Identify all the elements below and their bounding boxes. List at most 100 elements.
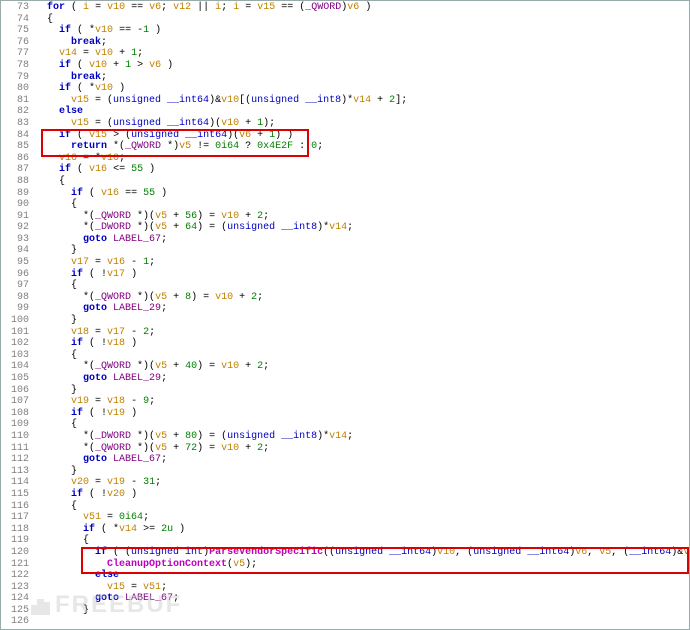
code-line: 75 if ( *v10 == -1 )	[1, 25, 689, 37]
code-line: 114 v20 = v19 - 31;	[1, 477, 689, 489]
code-line: 100 }	[1, 315, 689, 327]
line-number: 99	[1, 303, 35, 315]
line-code: *(_QWORD *)(v5 + 56) = v10 + 2;	[35, 211, 689, 223]
line-number: 101	[1, 327, 35, 339]
code-line: 80 if ( *v10 )	[1, 83, 689, 95]
line-code: v20 = v19 - 31;	[35, 477, 689, 489]
code-line: 94 }	[1, 245, 689, 257]
line-code: v15 = (unsigned __int64)(v10 + 1);	[35, 118, 689, 130]
line-number: 85	[1, 141, 35, 153]
code-line: 96 if ( !v17 )	[1, 269, 689, 281]
code-line: 124 goto LABEL_67;	[1, 593, 689, 605]
line-code: }	[35, 466, 689, 478]
code-line: 121 CleanupOptionContext(v5);	[1, 559, 689, 571]
code-line: 109 {	[1, 419, 689, 431]
line-number: 113	[1, 466, 35, 478]
line-number: 88	[1, 176, 35, 188]
line-code: v14 = v10 + 1;	[35, 48, 689, 60]
code-line: 104 *(_QWORD *)(v5 + 40) = v10 + 2;	[1, 361, 689, 373]
line-number: 79	[1, 72, 35, 84]
code-line: 86 v16 = *v10;	[1, 153, 689, 165]
line-number: 119	[1, 535, 35, 547]
line-number: 90	[1, 199, 35, 211]
line-number: 76	[1, 37, 35, 49]
line-code: {	[35, 280, 689, 292]
code-line: 76 break;	[1, 37, 689, 49]
line-code: if ( v16 == 55 )	[35, 188, 689, 200]
line-code: return *(_QWORD *)v5 != 0i64 ? 0x4E2F : …	[35, 141, 689, 153]
line-code: {	[35, 350, 689, 362]
line-code: if ( v15 > (unsigned __int64)(v6 + 1) )	[35, 130, 689, 142]
code-line: 98 *(_QWORD *)(v5 + 8) = v10 + 2;	[1, 292, 689, 304]
line-code: v51 = 0i64;	[35, 512, 689, 524]
line-code: v15 = v51;	[35, 582, 689, 594]
line-code: *(_DWORD *)(v5 + 64) = (unsigned __int8)…	[35, 222, 689, 234]
line-number: 80	[1, 83, 35, 95]
line-code: if ( *v10 == -1 )	[35, 25, 689, 37]
line-number: 108	[1, 408, 35, 420]
line-number: 110	[1, 431, 35, 443]
code-line: 125 }	[1, 605, 689, 617]
line-code: goto LABEL_67;	[35, 234, 689, 246]
line-number: 89	[1, 188, 35, 200]
line-code: break;	[35, 72, 689, 84]
line-code: if ( !v17 )	[35, 269, 689, 281]
code-line: 99 goto LABEL_29;	[1, 303, 689, 315]
line-code: else	[35, 570, 689, 582]
line-code: *(_QWORD *)(v5 + 40) = v10 + 2;	[35, 361, 689, 373]
line-number: 116	[1, 501, 35, 513]
code-line: 84 if ( v15 > (unsigned __int64)(v6 + 1)…	[1, 130, 689, 142]
line-number: 123	[1, 582, 35, 594]
code-line: 106 }	[1, 385, 689, 397]
line-code: }	[35, 245, 689, 257]
code-line: 95 v17 = v16 - 1;	[1, 257, 689, 269]
line-code: goto LABEL_67;	[35, 593, 689, 605]
line-code: v18 = v17 - 2;	[35, 327, 689, 339]
line-code: if ( v16 <= 55 )	[35, 164, 689, 176]
line-code: {	[35, 199, 689, 211]
line-number: 125	[1, 605, 35, 617]
code-line: 82 else	[1, 106, 689, 118]
line-number: 86	[1, 153, 35, 165]
code-line: 88 {	[1, 176, 689, 188]
line-number: 105	[1, 373, 35, 385]
line-number: 91	[1, 211, 35, 223]
line-number: 96	[1, 269, 35, 281]
code-line: 123 v15 = v51;	[1, 582, 689, 594]
line-number: 114	[1, 477, 35, 489]
code-line: 92 *(_DWORD *)(v5 + 64) = (unsigned __in…	[1, 222, 689, 234]
code-line: 103 {	[1, 350, 689, 362]
line-code: {	[35, 501, 689, 513]
line-code: {	[35, 535, 689, 547]
code-line: 126	[1, 616, 689, 628]
line-number: 126	[1, 616, 35, 628]
line-number: 117	[1, 512, 35, 524]
line-code: v19 = v18 - 9;	[35, 396, 689, 408]
line-code: }	[35, 315, 689, 327]
line-code: v15 = (unsigned __int64)&v10[(unsigned _…	[35, 95, 689, 107]
code-line: 112 goto LABEL_67;	[1, 454, 689, 466]
code-line: 81 v15 = (unsigned __int64)&v10[(unsigne…	[1, 95, 689, 107]
code-line: 91 *(_QWORD *)(v5 + 56) = v10 + 2;	[1, 211, 689, 223]
line-number: 97	[1, 280, 35, 292]
line-number: 103	[1, 350, 35, 362]
line-number: 74	[1, 14, 35, 26]
code-line: 113 }	[1, 466, 689, 478]
line-code: goto LABEL_29;	[35, 373, 689, 385]
line-number: 94	[1, 245, 35, 257]
code-line: 115 if ( !v20 )	[1, 489, 689, 501]
code-line: 97 {	[1, 280, 689, 292]
code-line: 116 {	[1, 501, 689, 513]
line-number: 82	[1, 106, 35, 118]
code-line: 117 v51 = 0i64;	[1, 512, 689, 524]
line-number: 112	[1, 454, 35, 466]
line-number: 115	[1, 489, 35, 501]
line-number: 109	[1, 419, 35, 431]
code-line: 73 for ( i = v10 == v6; v12 || i; i = v1…	[1, 2, 689, 14]
line-code: break;	[35, 37, 689, 49]
code-line: 89 if ( v16 == 55 )	[1, 188, 689, 200]
code-line: 85 return *(_QWORD *)v5 != 0i64 ? 0x4E2F…	[1, 141, 689, 153]
line-code: v16 = *v10;	[35, 153, 689, 165]
line-code: goto LABEL_67;	[35, 454, 689, 466]
line-code: if ( *v10 )	[35, 83, 689, 95]
